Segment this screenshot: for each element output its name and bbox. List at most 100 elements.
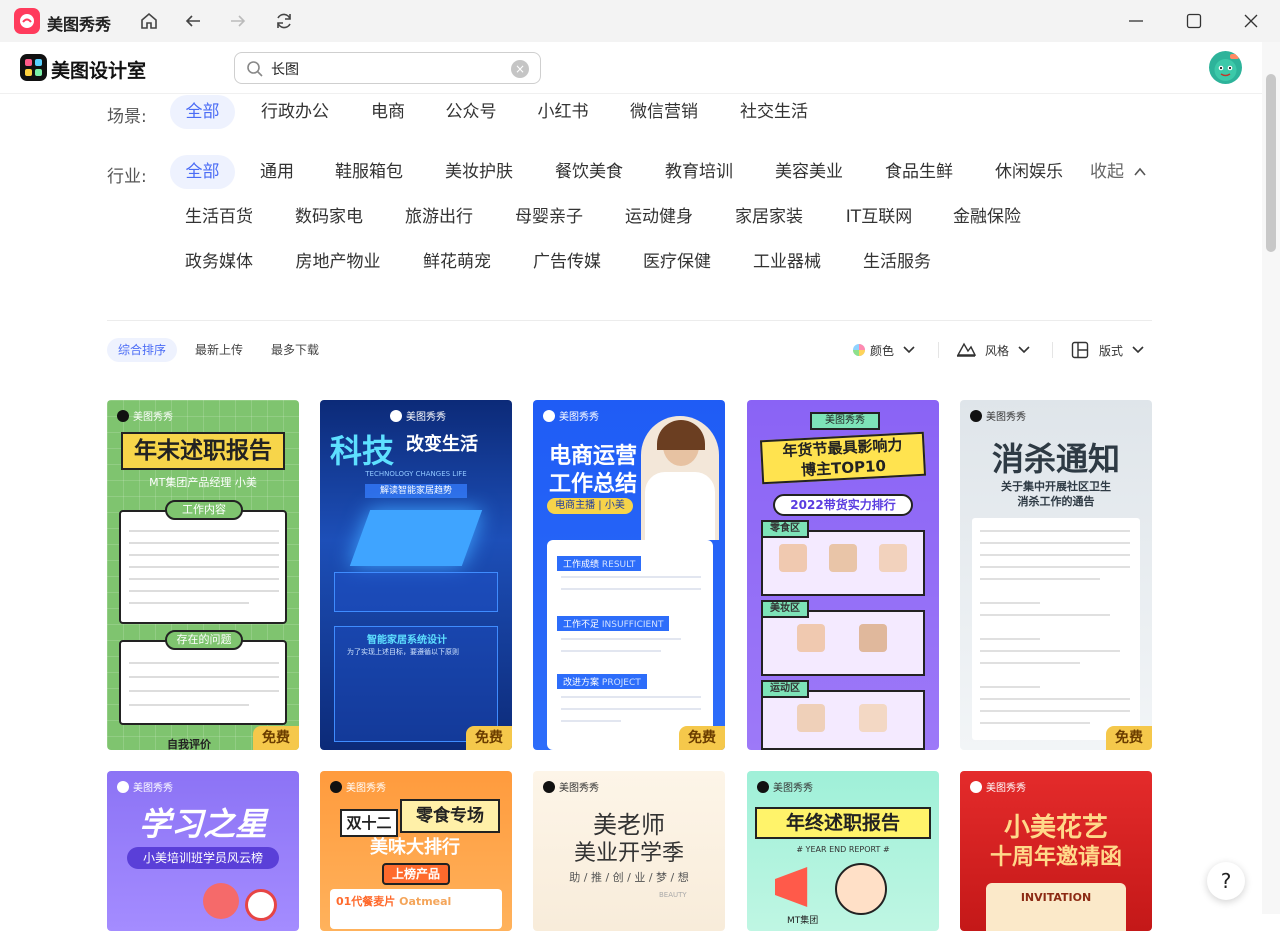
user-avatar[interactable] [1209, 51, 1242, 84]
industry-collapse-button[interactable]: 收起 [1090, 155, 1152, 189]
forward-arrow-icon[interactable] [226, 9, 250, 33]
card-subtitle: 2022带货实力排行 [773, 494, 913, 516]
color-filter-label: 颜色 [870, 343, 895, 358]
industry-chip-general[interactable]: 通用 [253, 155, 301, 189]
card-heading: 工作内容 [165, 500, 243, 520]
scroll-thumb[interactable] [1266, 74, 1276, 252]
scene-chip-social-life[interactable]: 社交生活 [731, 95, 817, 129]
card-heading: 工作不足 INSUFFICIENT [557, 616, 670, 631]
presenter-photo [641, 416, 719, 540]
sort-newest[interactable]: 最新上传 [186, 338, 252, 362]
industry-chip-finance[interactable]: 金融保险 [944, 200, 1030, 234]
chevron-down-icon [1018, 346, 1030, 354]
scene-chip-official-account[interactable]: 公众号 [436, 95, 506, 129]
scene-chip-admin[interactable]: 行政办公 [252, 95, 338, 129]
industry-chip-it-internet[interactable]: IT互联网 [836, 200, 922, 234]
filter-separator [1052, 342, 1053, 358]
sort-comprehensive[interactable]: 综合排序 [107, 338, 177, 362]
industry-chip-leisure[interactable]: 休闲娱乐 [986, 155, 1072, 189]
industry-chip-life-services[interactable]: 生活服务 [854, 245, 940, 279]
industry-chip-government-media[interactable]: 政务媒体 [176, 245, 262, 279]
template-card[interactable]: 美图秀秀 消杀通知 关于集中开展社区卫生 消杀工作的通告 免费 [960, 400, 1152, 750]
layout-filter[interactable]: 版式 [1071, 338, 1145, 362]
scene-chip-wechat-marketing[interactable]: 微信营销 [621, 95, 707, 129]
chevron-up-icon [1134, 167, 1146, 176]
industry-chip-fresh-food[interactable]: 食品生鲜 [876, 155, 962, 189]
industry-chip-electronics[interactable]: 数码家电 [286, 200, 372, 234]
industry-chip-healthcare[interactable]: 医疗保健 [634, 245, 720, 279]
card-title-2: 零食专场 [400, 799, 500, 833]
card-title-2: 工作总结 [549, 472, 638, 497]
color-filter[interactable]: 颜色 [852, 338, 916, 362]
industry-chip-travel[interactable]: 旅游出行 [396, 200, 482, 234]
card-heading: 智能家居系统设计 [367, 635, 447, 646]
industry-label: 行业: [107, 167, 147, 187]
chevron-down-icon [1132, 346, 1144, 354]
card-item: 01代餐麦片 Oatmeal [336, 895, 452, 908]
back-arrow-icon[interactable] [181, 9, 205, 33]
sort-most-downloads[interactable]: 最多下载 [262, 338, 328, 362]
industry-chip-industrial[interactable]: 工业器械 [744, 245, 830, 279]
card-tag: 上榜产品 [382, 863, 450, 885]
card-panel: 存在的问题 [119, 630, 287, 725]
industry-chip-home-decor[interactable]: 家居家装 [726, 200, 812, 234]
industry-chip-flowers-pets[interactable]: 鲜花萌宠 [414, 245, 500, 279]
card-title: 年末述职报告 [121, 432, 285, 470]
clear-search-icon[interactable]: × [511, 60, 529, 78]
industry-chip-daily-goods[interactable]: 生活百货 [176, 200, 262, 234]
industry-chip-food-dining[interactable]: 餐饮美食 [546, 155, 632, 189]
close-window-icon[interactable] [1238, 8, 1264, 34]
page-scrollbar[interactable] [1262, 42, 1280, 914]
industry-chip-real-estate[interactable]: 房地产物业 [286, 245, 390, 279]
free-badge: 免费 [466, 726, 512, 750]
meitu-design-logo-icon[interactable] [20, 54, 47, 81]
card-heading: 存在的问题 [165, 630, 243, 650]
template-card[interactable]: 美图秀秀 美老师 美业开学季 助 / 推 / 创 / 业 / 梦 / 想 BEA… [533, 771, 725, 931]
card-panel [334, 572, 498, 612]
help-button[interactable]: ? [1207, 862, 1245, 900]
card-watermark: 美图秀秀 [970, 779, 1026, 794]
card-title-3: 美味大排行 [370, 837, 460, 858]
search-input[interactable] [271, 59, 501, 79]
scene-chip-xiaohongshu[interactable]: 小红书 [528, 95, 598, 129]
template-card[interactable]: 美图秀秀 科技 改变生活 TECHNOLOGY CHANGES LIFE 解读智… [320, 400, 512, 750]
search-box[interactable]: × [234, 52, 541, 84]
template-card[interactable]: 美图秀秀 电商运营 工作总结 电商主播 | 小美 工作成绩 RESULT 工作不… [533, 400, 725, 750]
scene-chip-all[interactable]: 全部 [170, 95, 235, 129]
minimize-icon[interactable] [1123, 8, 1149, 34]
template-card[interactable]: 美图秀秀 年货节最具影响力 博主TOP10 2022带货实力排行 零食区 美妆区… [747, 400, 939, 750]
industry-chip-advertising[interactable]: 广告传媒 [524, 245, 610, 279]
card-subtitle: 小美培训班学员风云榜 [127, 847, 279, 869]
template-card[interactable]: 美图秀秀 双十二 零食专场 美味大排行 上榜产品 01代餐麦片 Oatmeal [320, 771, 512, 931]
industry-chip-fitness[interactable]: 运动健身 [616, 200, 702, 234]
card-watermark: 美图秀秀 [330, 779, 386, 794]
brand-name[interactable]: 美图设计室 [51, 56, 146, 83]
card-title: 年终述职报告 [755, 807, 931, 839]
card-subtitle: MT集团产品经理 小美 [149, 476, 257, 489]
filter-separator [938, 342, 939, 358]
card-watermark: 美图秀秀 [117, 779, 173, 794]
style-filter[interactable]: 风格 [956, 338, 1031, 362]
home-icon[interactable] [137, 9, 161, 33]
industry-chip-all[interactable]: 全部 [170, 155, 235, 189]
industry-chip-beauty-salon[interactable]: 美容美业 [766, 155, 852, 189]
card-watermark: 美图秀秀 [970, 408, 1026, 423]
template-card[interactable]: 美图秀秀 年终述职报告 # YEAR END REPORT # MT集团 [747, 771, 939, 931]
scene-chip-ecommerce[interactable]: 电商 [360, 95, 416, 129]
maximize-icon[interactable] [1181, 8, 1207, 34]
app-title: 美图秀秀 [47, 15, 112, 34]
industry-chip-beauty-skincare[interactable]: 美妆护肤 [436, 155, 522, 189]
search-icon [245, 59, 265, 79]
style-filter-label: 风格 [985, 343, 1010, 358]
template-card[interactable]: 美图秀秀 小美花艺 十周年邀请函 INVITATION [960, 771, 1152, 931]
card-panel [972, 518, 1140, 740]
template-card[interactable]: 美图秀秀 年末述职报告 MT集团产品经理 小美 工作内容 存在的问题 自我评价 … [107, 400, 299, 750]
industry-chip-education[interactable]: 教育培训 [656, 155, 742, 189]
card-panel: 智能家居系统设计 为了实现上述目标，要遵循以下原则 [334, 626, 498, 742]
industry-chip-shoes-bags[interactable]: 鞋服箱包 [326, 155, 412, 189]
refresh-icon[interactable] [272, 9, 296, 33]
template-card[interactable]: 美图秀秀 学习之星 小美培训班学员风云榜 [107, 771, 299, 931]
industry-chip-parenting[interactable]: 母婴亲子 [506, 200, 592, 234]
card-title: 消杀通知 [991, 440, 1120, 478]
card-panel: 美妆区 [761, 600, 925, 676]
